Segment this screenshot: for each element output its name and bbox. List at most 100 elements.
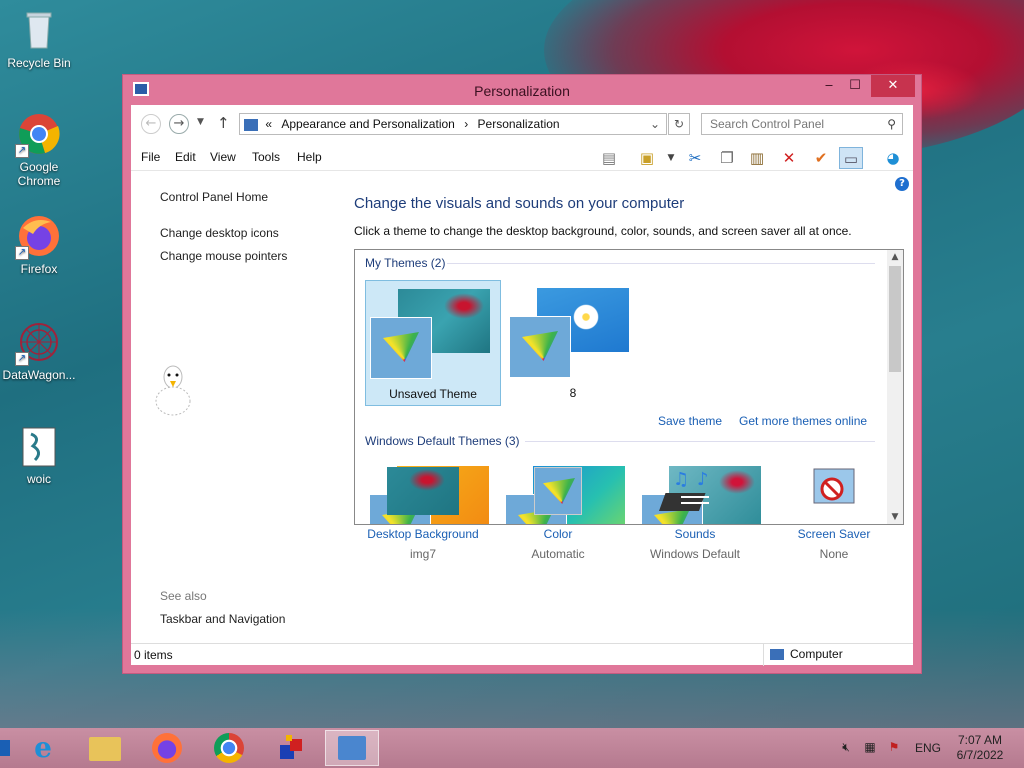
- left-navigation-pane: Control Panel Home Change desktop icons …: [131, 173, 331, 635]
- globe-icon[interactable]: ◕: [881, 147, 905, 169]
- sounds-setting[interactable]: ♫ ♪ Sounds Windows Default: [625, 467, 765, 561]
- breadcrumb-personalization[interactable]: Personalization: [478, 117, 560, 131]
- address-bar-row: ← → ▼ ↑ « Appearance and Personalization…: [131, 105, 913, 143]
- svg-text:♫: ♫: [673, 469, 689, 490]
- search-placeholder: Search Control Panel: [710, 117, 825, 131]
- taskbar-control-panel[interactable]: [325, 730, 379, 766]
- desktop-icon-recycle-bin[interactable]: Recycle Bin: [1, 8, 77, 70]
- up-button[interactable]: ↑: [217, 114, 230, 132]
- cut-icon[interactable]: ✂: [683, 147, 707, 169]
- close-button[interactable]: ✕: [871, 75, 915, 97]
- taskbar-chrome[interactable]: [202, 730, 256, 766]
- svg-text:♪: ♪: [697, 469, 709, 490]
- view-dropdown-icon[interactable]: ▼: [659, 147, 683, 169]
- taskbar-file-explorer[interactable]: [78, 730, 132, 766]
- sounds-icon: ♫ ♪: [658, 467, 731, 515]
- group-divider: [525, 441, 875, 442]
- address-field[interactable]: « Appearance and Personalization › Perso…: [239, 113, 667, 135]
- copy-icon[interactable]: ❐: [715, 147, 739, 169]
- desktop-icon-datawagon[interactable]: ↗ DataWagon...: [1, 320, 77, 382]
- main-content-pane: ? Change the visuals and sounds on your …: [353, 173, 913, 635]
- properties-check-icon[interactable]: ✔: [809, 147, 833, 169]
- maximize-button[interactable]: ☐: [841, 75, 869, 97]
- desktop-background-icon: [387, 467, 459, 515]
- internet-explorer-icon: e: [34, 731, 52, 764]
- change-mouse-pointers-link[interactable]: Change mouse pointers: [160, 249, 287, 263]
- menu-help[interactable]: Help: [297, 150, 322, 164]
- action-center-icon[interactable]: ⚑: [886, 740, 902, 756]
- menu-view[interactable]: View: [210, 150, 236, 164]
- forward-button[interactable]: →: [169, 114, 189, 134]
- firefox-icon: [152, 733, 182, 763]
- theme-8[interactable]: 8: [505, 280, 641, 406]
- recycle-bin-icon: [17, 8, 61, 52]
- back-button[interactable]: ←: [141, 114, 161, 134]
- see-also-label: See also: [160, 589, 207, 603]
- delete-icon[interactable]: ✕: [777, 147, 801, 169]
- search-input[interactable]: Search Control Panel ⚲: [701, 113, 903, 135]
- control-panel-home-link[interactable]: Control Panel Home: [160, 190, 268, 204]
- desktop-icon-label: Google Chrome: [17, 160, 61, 188]
- network-icon[interactable]: ▦: [862, 740, 878, 756]
- chrome-icon: [214, 733, 244, 763]
- recent-pages-dropdown[interactable]: ▼: [197, 117, 204, 127]
- screen-saver-icon: [798, 467, 870, 515]
- help-icon[interactable]: ?: [895, 177, 909, 191]
- desktop-icon-label: woic: [26, 472, 51, 486]
- desktop-background-value: img7: [409, 547, 436, 561]
- save-theme-link[interactable]: Save theme: [658, 414, 722, 428]
- window-title: Personalization: [474, 83, 570, 99]
- scrollbar-thumb[interactable]: [889, 266, 901, 372]
- shapes-app-icon: [280, 735, 302, 759]
- menu-edit[interactable]: Edit: [175, 150, 196, 164]
- script-icon: [17, 424, 61, 468]
- theme-unsaved[interactable]: Unsaved Theme: [365, 280, 501, 406]
- desktop-icon-firefox[interactable]: ↗ Firefox: [1, 214, 77, 276]
- shortcut-arrow-icon: ↗: [15, 144, 29, 158]
- status-location: Computer: [763, 644, 843, 666]
- taskbar-navigation-link[interactable]: Taskbar and Navigation: [160, 612, 285, 626]
- taskbar-internet-explorer[interactable]: e: [16, 730, 70, 766]
- page-title: Change the visuals and sounds on your co…: [354, 195, 685, 212]
- screen-saver-setting[interactable]: Screen Saver None: [764, 467, 904, 561]
- menu-tools[interactable]: Tools: [252, 150, 280, 164]
- clock-date: 6/7/2022: [956, 748, 1004, 762]
- paste-icon[interactable]: ▥: [745, 147, 769, 169]
- folder-check-icon[interactable]: ▣: [635, 147, 659, 169]
- taskbar-firefox[interactable]: [140, 730, 194, 766]
- breadcrumb-overflow[interactable]: «: [265, 117, 272, 131]
- refresh-button[interactable]: ↻: [668, 113, 690, 135]
- desktop-icon-label: Firefox: [20, 262, 58, 276]
- shortcut-arrow-icon: ↗: [15, 246, 29, 260]
- theme-name: Unsaved Theme: [389, 387, 477, 401]
- color-setting[interactable]: Color Automatic: [488, 467, 628, 561]
- details-view-icon[interactable]: ▭: [839, 147, 863, 169]
- window-titlebar[interactable]: Personalization ‒ ☐ ✕: [123, 75, 921, 105]
- input-language[interactable]: ENG: [915, 741, 941, 755]
- start-button[interactable]: [0, 740, 10, 756]
- desktop-icon-woic[interactable]: woic: [1, 424, 77, 486]
- duck-cursor-icon: [155, 365, 191, 416]
- color-label[interactable]: Color: [488, 527, 628, 541]
- change-desktop-icons-link[interactable]: Change desktop icons: [160, 226, 279, 240]
- menu-file[interactable]: File: [141, 150, 160, 164]
- get-more-themes-link[interactable]: Get more themes online: [739, 414, 867, 428]
- screen-saver-label[interactable]: Screen Saver: [764, 527, 904, 541]
- desktop-background-label[interactable]: Desktop Background: [353, 527, 493, 541]
- scroll-up-icon[interactable]: ▲: [887, 252, 903, 262]
- control-panel-icon: [338, 736, 366, 760]
- desktop-icon-label: Recycle Bin: [7, 56, 71, 70]
- address-dropdown-icon[interactable]: ⌄: [650, 114, 660, 134]
- clock[interactable]: 7:07 AM 6/7/2022: [950, 733, 1010, 763]
- sounds-label[interactable]: Sounds: [625, 527, 765, 541]
- desktop-background-setting[interactable]: Desktop Background img7: [353, 467, 493, 561]
- minimize-button[interactable]: ‒: [815, 75, 843, 97]
- taskbar-app[interactable]: [264, 730, 318, 766]
- clock-time: 7:07 AM: [957, 733, 1003, 747]
- folder-icon: [89, 737, 121, 761]
- theme-color-swatch: [509, 316, 571, 378]
- desktop-icon-google-chrome[interactable]: ↗ Google Chrome: [1, 112, 77, 188]
- breadcrumb-appearance[interactable]: Appearance and Personalization: [281, 117, 454, 131]
- volume-muted-icon[interactable]: 🔇︎: [838, 740, 854, 756]
- layout-pane-icon[interactable]: ▤: [597, 147, 621, 169]
